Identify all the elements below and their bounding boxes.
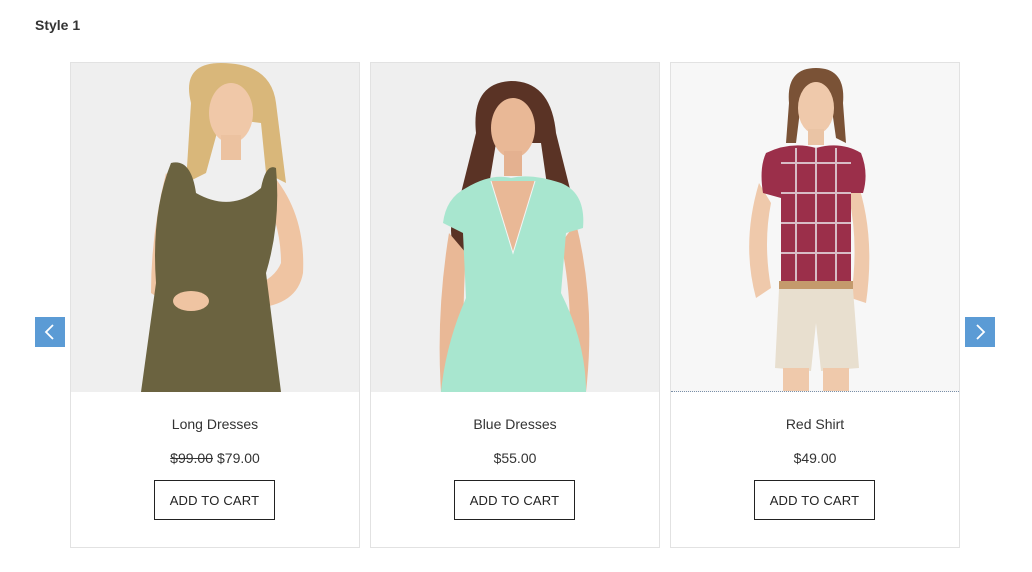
model-mint-dress-image xyxy=(439,81,590,392)
old-price: $99.00 xyxy=(170,450,213,466)
model-plaid-shirt-image xyxy=(749,68,870,391)
model-olive-dress-image xyxy=(141,63,304,392)
current-price: $79.00 xyxy=(217,450,260,466)
carousel-prev-button[interactable] xyxy=(35,317,65,347)
product-name[interactable]: Blue Dresses xyxy=(371,416,659,432)
product-image[interactable] xyxy=(371,63,659,392)
current-price: $49.00 xyxy=(793,450,837,466)
price-row: $99.00 $79.00 xyxy=(71,450,359,466)
current-price: $55.00 xyxy=(493,450,537,466)
product-card: Long Dresses $99.00 $79.00 ADD TO CART xyxy=(70,62,360,548)
product-name[interactable]: Long Dresses xyxy=(71,416,359,432)
chevron-left-icon xyxy=(44,324,54,340)
product-image[interactable] xyxy=(71,63,359,392)
product-card: Red Shirt $49.00 ADD TO CART xyxy=(670,62,960,548)
price-row: $55.00 xyxy=(371,450,659,466)
add-to-cart-button[interactable]: ADD TO CART xyxy=(454,480,575,520)
add-to-cart-button[interactable]: ADD TO CART xyxy=(754,480,875,520)
add-to-cart-button[interactable]: ADD TO CART xyxy=(154,480,275,520)
product-name[interactable]: Red Shirt xyxy=(671,416,959,432)
product-image[interactable] xyxy=(671,63,959,392)
price-row: $49.00 xyxy=(671,450,959,466)
product-card: Blue Dresses $55.00 ADD TO CART xyxy=(370,62,660,548)
product-carousel-section: Style 1 Long Dresses $99.00 $79.00 ADD T… xyxy=(0,0,1032,572)
carousel-next-button[interactable] xyxy=(965,317,995,347)
section-title: Style 1 xyxy=(35,17,81,33)
chevron-right-icon xyxy=(976,324,986,340)
